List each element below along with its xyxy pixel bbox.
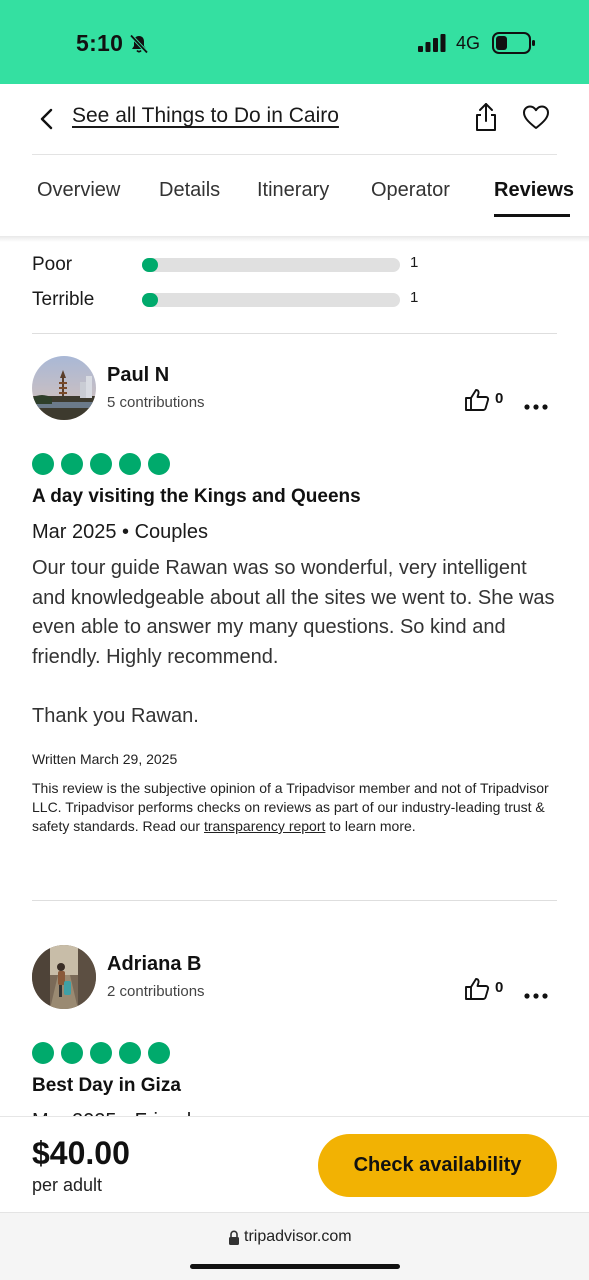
- tab-operator[interactable]: Operator: [371, 179, 450, 202]
- rating-label: Terrible: [32, 289, 95, 310]
- active-tab-indicator: [494, 214, 570, 217]
- thumbs-up-icon: [464, 388, 490, 417]
- review-card: Paul N 5 contributions 0 A day visiting …: [32, 356, 557, 876]
- top-navigation: See all Things to Do in Cairo: [0, 84, 589, 154]
- status-bar: 5:10 4G: [0, 0, 589, 84]
- more-options-icon[interactable]: [524, 397, 548, 415]
- more-options-icon[interactable]: [524, 986, 548, 1004]
- helpful-vote-button[interactable]: 0: [464, 977, 512, 1001]
- rating-bar-track: [142, 293, 400, 307]
- home-indicator[interactable]: [190, 1264, 400, 1269]
- review-paragraph: Thank you Rawan.: [32, 704, 199, 727]
- share-icon[interactable]: [472, 102, 500, 137]
- battery-icon: [492, 31, 536, 60]
- review-title[interactable]: A day visiting the Kings and Queens: [32, 486, 361, 508]
- review-meta: Mar 2025 • Couples: [32, 521, 208, 543]
- review-disclaimer: This review is the subjective opinion of…: [32, 779, 557, 836]
- section-divider: [32, 333, 557, 334]
- rating-bubble: [148, 1042, 170, 1064]
- helpful-count: 0: [495, 979, 504, 996]
- tab-reviews[interactable]: Reviews: [494, 179, 574, 202]
- tab-itinerary[interactable]: Itinerary: [257, 179, 329, 202]
- rating-bubble: [119, 453, 141, 475]
- rating-count: 1: [410, 254, 419, 271]
- thumbs-up-icon: [464, 977, 490, 1006]
- bubble-rating: [32, 453, 177, 475]
- rating-bubble: [119, 1042, 141, 1064]
- rating-row-poor[interactable]: Poor 1: [32, 254, 452, 276]
- review-card: Adriana B 2 contributions 0 Best Day in …: [32, 945, 557, 1120]
- bell-muted-icon: [128, 33, 150, 60]
- browser-url-bar[interactable]: tripadvisor.com: [0, 1212, 589, 1280]
- rating-bubble: [32, 1042, 54, 1064]
- avatar[interactable]: [32, 356, 96, 420]
- rating-bar-track: [142, 258, 400, 272]
- tab-details[interactable]: Details: [159, 179, 220, 202]
- booking-bar: $40.00 per adult Check availability: [0, 1116, 589, 1212]
- rating-bubble: [61, 453, 83, 475]
- rating-bubble: [90, 1042, 112, 1064]
- rating-label: Poor: [32, 254, 73, 275]
- review-title[interactable]: Best Day in Giza: [32, 1075, 181, 1097]
- see-all-things-link[interactable]: See all Things to Do in Cairo: [72, 104, 339, 128]
- reviewer-contributions: 2 contributions: [107, 983, 205, 1000]
- cellular-signal-icon: [418, 34, 448, 57]
- rating-bubble: [90, 453, 112, 475]
- price: $40.00: [32, 1135, 130, 1171]
- network-type: 4G: [456, 33, 481, 53]
- helpful-count: 0: [495, 390, 504, 407]
- disclaimer-end: to learn more.: [329, 818, 416, 834]
- review-written-date: Written March 29, 2025: [32, 751, 178, 767]
- check-availability-button[interactable]: Check availability: [318, 1134, 557, 1197]
- lock-icon: [228, 1230, 240, 1251]
- reviewer-name[interactable]: Adriana B: [107, 953, 201, 976]
- rating-bubble: [148, 453, 170, 475]
- helpful-vote-button[interactable]: 0: [464, 388, 512, 412]
- save-heart-icon[interactable]: [522, 104, 550, 135]
- rating-bar-fill: [142, 258, 158, 272]
- reviewer-name[interactable]: Paul N: [107, 364, 169, 387]
- rating-bubble: [61, 1042, 83, 1064]
- tabs-shadow: [0, 236, 589, 242]
- transparency-report-link[interactable]: transparency report: [204, 818, 325, 834]
- url-text[interactable]: tripadvisor.com: [244, 1228, 352, 1246]
- rating-bar-fill: [142, 293, 158, 307]
- reviewer-contributions: 5 contributions: [107, 394, 205, 411]
- bubble-rating: [32, 1042, 177, 1064]
- rating-bubble: [32, 453, 54, 475]
- back-chevron-icon[interactable]: [36, 106, 60, 132]
- avatar[interactable]: [32, 945, 96, 1009]
- rating-count: 1: [410, 289, 419, 306]
- section-tabs: Overview Details Itinerary Operator Revi…: [0, 155, 589, 237]
- review-divider: [32, 900, 557, 901]
- status-time: 5:10: [76, 30, 124, 56]
- tab-overview[interactable]: Overview: [37, 179, 120, 202]
- review-body: Our tour guide Rawan was so wonderful, v…: [32, 554, 557, 731]
- price-unit: per adult: [32, 1175, 103, 1195]
- rating-row-terrible[interactable]: Terrible 1: [32, 289, 452, 311]
- review-paragraph: Our tour guide Rawan was so wonderful, v…: [32, 557, 555, 668]
